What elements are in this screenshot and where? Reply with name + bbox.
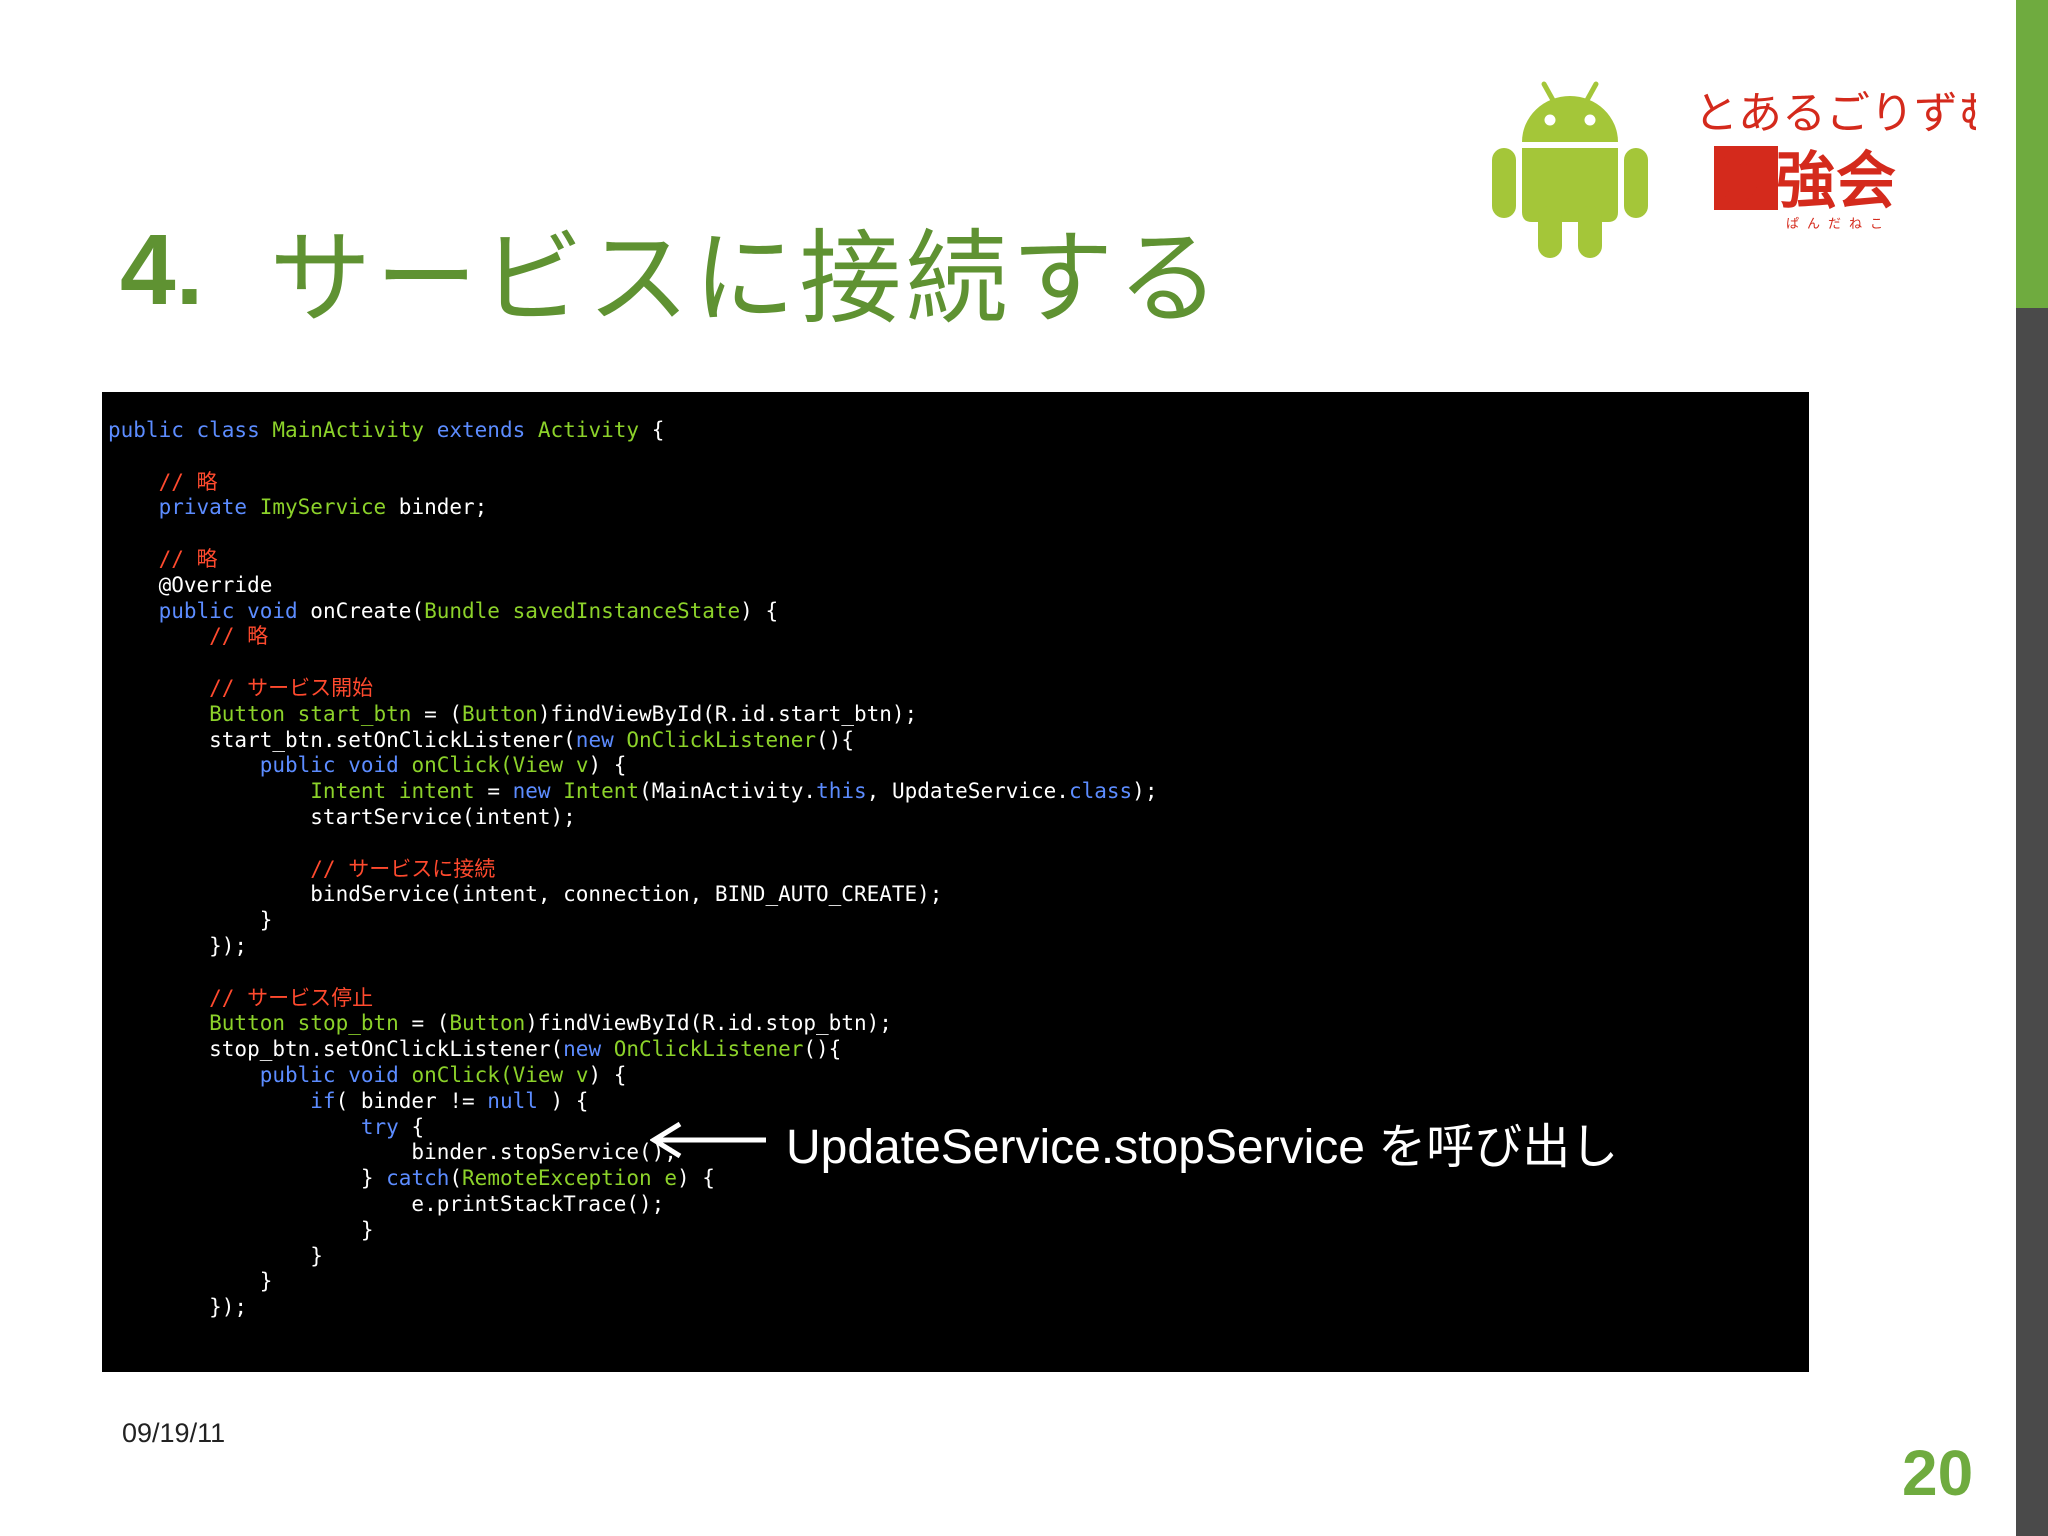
code-token: ); (1132, 779, 1158, 804)
code-token: private (108, 495, 248, 520)
code-token: OnClickListener (601, 1037, 804, 1062)
code-token: Button (449, 1011, 526, 1036)
code-token: stop_btn (285, 1011, 399, 1036)
code-token: MainActivity (259, 418, 437, 442)
code-token: new (563, 1037, 602, 1062)
code-token: extends (436, 418, 526, 442)
study-group-logo: とあるごりずむの 勉強会 ぱんだねこ (1694, 88, 1976, 232)
code-token: Button (108, 701, 286, 726)
code-token: Button (462, 701, 538, 726)
code-token: OnClickListener (613, 727, 817, 752)
code-token: Intent (108, 779, 387, 804)
code-line: } (108, 908, 273, 933)
accent-bar-bottom (2016, 308, 2048, 1536)
code-token: View (512, 753, 564, 778)
code-token: )findViewById(R.id.stop_btn); (525, 1011, 892, 1036)
code-token: onCreate( (297, 598, 425, 623)
code-token: binder; (386, 495, 488, 520)
code-line: } (108, 1217, 374, 1242)
code-token: start_btn (285, 701, 412, 726)
logo-study-text: 勉強会 (1716, 144, 1896, 217)
logo-small-text: ぱんだねこ (1786, 217, 1891, 232)
code-token: )findViewById(R.id.start_btn); (537, 701, 918, 726)
code-line: } (108, 1269, 273, 1294)
code-token: { (639, 418, 665, 442)
code-comment: // 略 (108, 546, 218, 571)
code-token: ) { (588, 1062, 627, 1087)
code-line: startService(intent); (108, 804, 576, 829)
code-line: }); (108, 933, 248, 958)
code-line: bindService(intent, connection, BIND_AUT… (108, 882, 943, 907)
code-comment: // サービス停止 (108, 985, 374, 1010)
code-token: ) { (740, 598, 779, 623)
code-line: e.printStackTrace(); (108, 1191, 665, 1216)
code-token: ) { (676, 1166, 715, 1191)
code-token: ( (449, 1166, 463, 1191)
code-token: e (651, 1166, 677, 1191)
code-comment: // 略 (108, 624, 269, 649)
code-token: start_btn.setOnClickListener( (108, 727, 576, 752)
code-comment: // 略 (108, 469, 218, 494)
code-token: (MainActivity. (639, 779, 817, 804)
code-block: public class MainActivity extends Activi… (108, 418, 1157, 1321)
code-token: catch (386, 1166, 450, 1191)
code-token: try (108, 1114, 399, 1139)
code-token: Bundle (424, 598, 500, 623)
slide-date: 09/19/11 (122, 1418, 226, 1448)
code-token: new (575, 727, 614, 752)
code-token: ) { (588, 753, 627, 778)
code-token: } (108, 1166, 387, 1191)
slide-title: 4. サービスに接続する (120, 210, 1223, 339)
code-token: onClick( (398, 753, 513, 778)
code-token: , UpdateService. (866, 779, 1069, 804)
accent-bar-top (2016, 0, 2048, 308)
code-token: stop_btn.setOnClickListener( (108, 1037, 564, 1062)
title-text: サービスに接続する (269, 219, 1224, 339)
code-token: RemoteException (462, 1166, 652, 1191)
code-token: = ( (411, 701, 463, 726)
code-token: v (563, 753, 589, 778)
code-token: ImyService (247, 495, 387, 520)
code-comment: // サービス開始 (108, 675, 374, 700)
title-number: 4. (120, 213, 204, 326)
code-token: (){ (803, 1037, 842, 1062)
code-token: public void (108, 753, 399, 778)
code-line: } (108, 1243, 323, 1268)
code-token: onClick( (398, 1062, 513, 1087)
code-token: View (512, 1062, 564, 1087)
code-token: = ( (398, 1011, 450, 1036)
code-token: savedInstanceState (499, 598, 741, 623)
code-line: @Override (108, 572, 273, 597)
code-token: Intent (550, 779, 640, 804)
android-robot-icon (1492, 81, 1648, 258)
code-token: new (512, 779, 551, 804)
code-token: v (563, 1062, 589, 1087)
page-number: 20 (1902, 1437, 1974, 1509)
code-token: null (487, 1088, 538, 1113)
code-comment: // サービスに接続 (108, 856, 496, 881)
code-token: this (816, 779, 867, 804)
code-token: public void (108, 598, 298, 623)
code-annotation: UpdateService.stopService を呼び出し (786, 1121, 1619, 1174)
code-token: Button (108, 1011, 286, 1036)
code-token: = (474, 779, 513, 804)
code-line: binder.stopService(); (108, 1140, 677, 1165)
code-token: (){ (816, 727, 854, 752)
logo-title-text: とあるごりずむの (1694, 88, 1976, 139)
left-arrow-icon (650, 1121, 766, 1159)
code-token: ) { (537, 1088, 589, 1113)
code-screenshot: public class MainActivity extends Activi… (102, 392, 1809, 1372)
code-token: { (398, 1114, 425, 1139)
code-token: class (1068, 779, 1133, 804)
code-token: public class (108, 418, 260, 442)
code-token: public void (108, 1062, 399, 1087)
code-token: Activity (525, 418, 640, 442)
code-line: }); (108, 1295, 248, 1320)
code-token: intent (386, 779, 475, 804)
code-token: if (108, 1088, 336, 1113)
code-token: ( binder != (335, 1088, 488, 1113)
